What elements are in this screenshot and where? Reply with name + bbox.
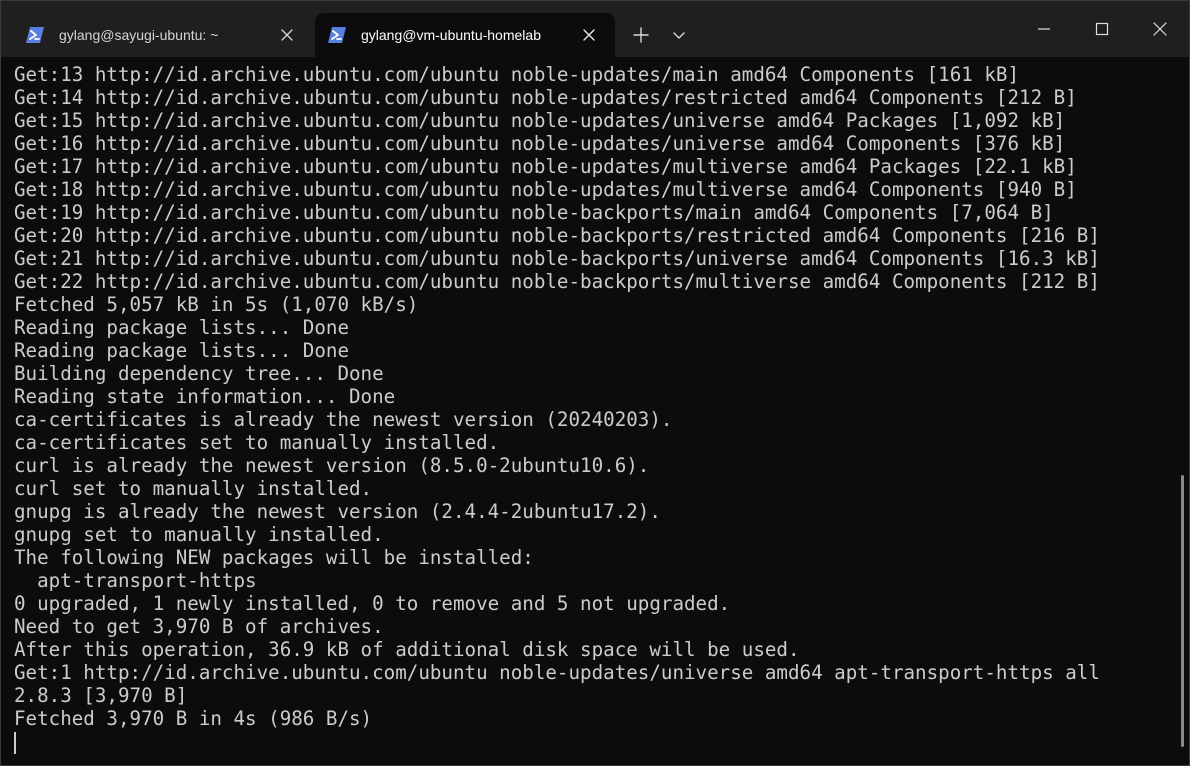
powershell-icon bbox=[328, 27, 346, 43]
terminal-line: Reading package lists... Done bbox=[14, 339, 350, 362]
terminal-line: 0 upgraded, 1 newly installed, 0 to remo… bbox=[14, 592, 731, 615]
terminal-line: curl set to manually installed. bbox=[14, 477, 373, 500]
terminal-window: gylang@sayugi-ubuntu: ~ gylang@vm-ubuntu… bbox=[0, 0, 1190, 766]
terminal-line: Get:19 http://id.archive.ubuntu.com/ubun… bbox=[14, 201, 1054, 224]
terminal-line: apt-transport-https bbox=[14, 569, 257, 592]
terminal-line: Get:14 http://id.archive.ubuntu.com/ubun… bbox=[14, 86, 1077, 109]
chevron-down-icon bbox=[673, 32, 685, 39]
terminal-line: Get:21 http://id.archive.ubuntu.com/ubun… bbox=[14, 247, 1100, 270]
terminal-line: The following NEW packages will be insta… bbox=[14, 546, 534, 569]
terminal-line: Get:18 http://id.archive.ubuntu.com/ubun… bbox=[14, 178, 1077, 201]
maximize-button[interactable] bbox=[1079, 9, 1125, 49]
terminal-line: Get:1 http://id.archive.ubuntu.com/ubunt… bbox=[14, 661, 1100, 684]
terminal-line: Get:20 http://id.archive.ubuntu.com/ubun… bbox=[14, 224, 1100, 247]
terminal-line: curl is already the newest version (8.5.… bbox=[14, 454, 650, 477]
maximize-icon bbox=[1095, 22, 1109, 36]
terminal-line: Building dependency tree... Done bbox=[14, 362, 384, 385]
scrollbar-thumb[interactable] bbox=[1181, 475, 1184, 747]
terminal-line: gnupg set to manually installed. bbox=[14, 523, 384, 546]
new-tab-button[interactable] bbox=[627, 23, 655, 47]
terminal-line: Need to get 3,970 B of archives. bbox=[14, 615, 384, 638]
terminal-line: Get:22 http://id.archive.ubuntu.com/ubun… bbox=[14, 270, 1100, 293]
terminal-line: gnupg is already the newest version (2.4… bbox=[14, 500, 661, 523]
terminal-text: Get:13 http://id.archive.ubuntu.com/ubun… bbox=[14, 63, 1100, 730]
terminal-line: 2.8.3 [3,970 B] bbox=[14, 684, 188, 707]
powershell-icon bbox=[26, 27, 44, 43]
terminal-line: Reading state information... Done bbox=[14, 385, 396, 408]
tab-label: gylang@sayugi-ubuntu: ~ bbox=[59, 27, 219, 43]
tab-label: gylang@vm-ubuntu-homelab bbox=[361, 27, 541, 43]
terminal-line: Fetched 3,970 B in 4s (986 B/s) bbox=[14, 707, 373, 730]
terminal-line: Fetched 5,057 kB in 5s (1,070 kB/s) bbox=[14, 293, 419, 316]
tab-vm-ubuntu-homelab[interactable]: gylang@vm-ubuntu-homelab bbox=[315, 13, 615, 57]
terminal-line: ca-certificates is already the newest ve… bbox=[14, 408, 673, 431]
terminal-line: Get:17 http://id.archive.ubuntu.com/ubun… bbox=[14, 155, 1077, 178]
close-icon bbox=[1153, 22, 1167, 36]
plus-icon bbox=[633, 27, 649, 43]
close-window-button[interactable] bbox=[1137, 9, 1183, 49]
text-cursor bbox=[14, 732, 16, 754]
terminal-line: Get:13 http://id.archive.ubuntu.com/ubun… bbox=[14, 63, 1020, 86]
terminal-line: After this operation, 36.9 kB of additio… bbox=[14, 638, 800, 661]
minimize-icon bbox=[1038, 28, 1050, 30]
profile-dropdown-button[interactable] bbox=[665, 23, 693, 47]
tab-sayugi-ubuntu[interactable]: gylang@sayugi-ubuntu: ~ bbox=[13, 13, 313, 57]
close-icon[interactable] bbox=[581, 27, 597, 43]
terminal-line: Get:15 http://id.archive.ubuntu.com/ubun… bbox=[14, 109, 1066, 132]
terminal-line: Reading package lists... Done bbox=[14, 316, 350, 339]
terminal-line: Get:16 http://id.archive.ubuntu.com/ubun… bbox=[14, 132, 1066, 155]
title-bar[interactable]: gylang@sayugi-ubuntu: ~ gylang@vm-ubuntu… bbox=[1, 1, 1189, 57]
terminal-output[interactable]: Get:13 http://id.archive.ubuntu.com/ubun… bbox=[1, 57, 1171, 765]
terminal-line: ca-certificates set to manually installe… bbox=[14, 431, 500, 454]
minimize-button[interactable] bbox=[1021, 9, 1067, 49]
close-icon[interactable] bbox=[279, 27, 295, 43]
